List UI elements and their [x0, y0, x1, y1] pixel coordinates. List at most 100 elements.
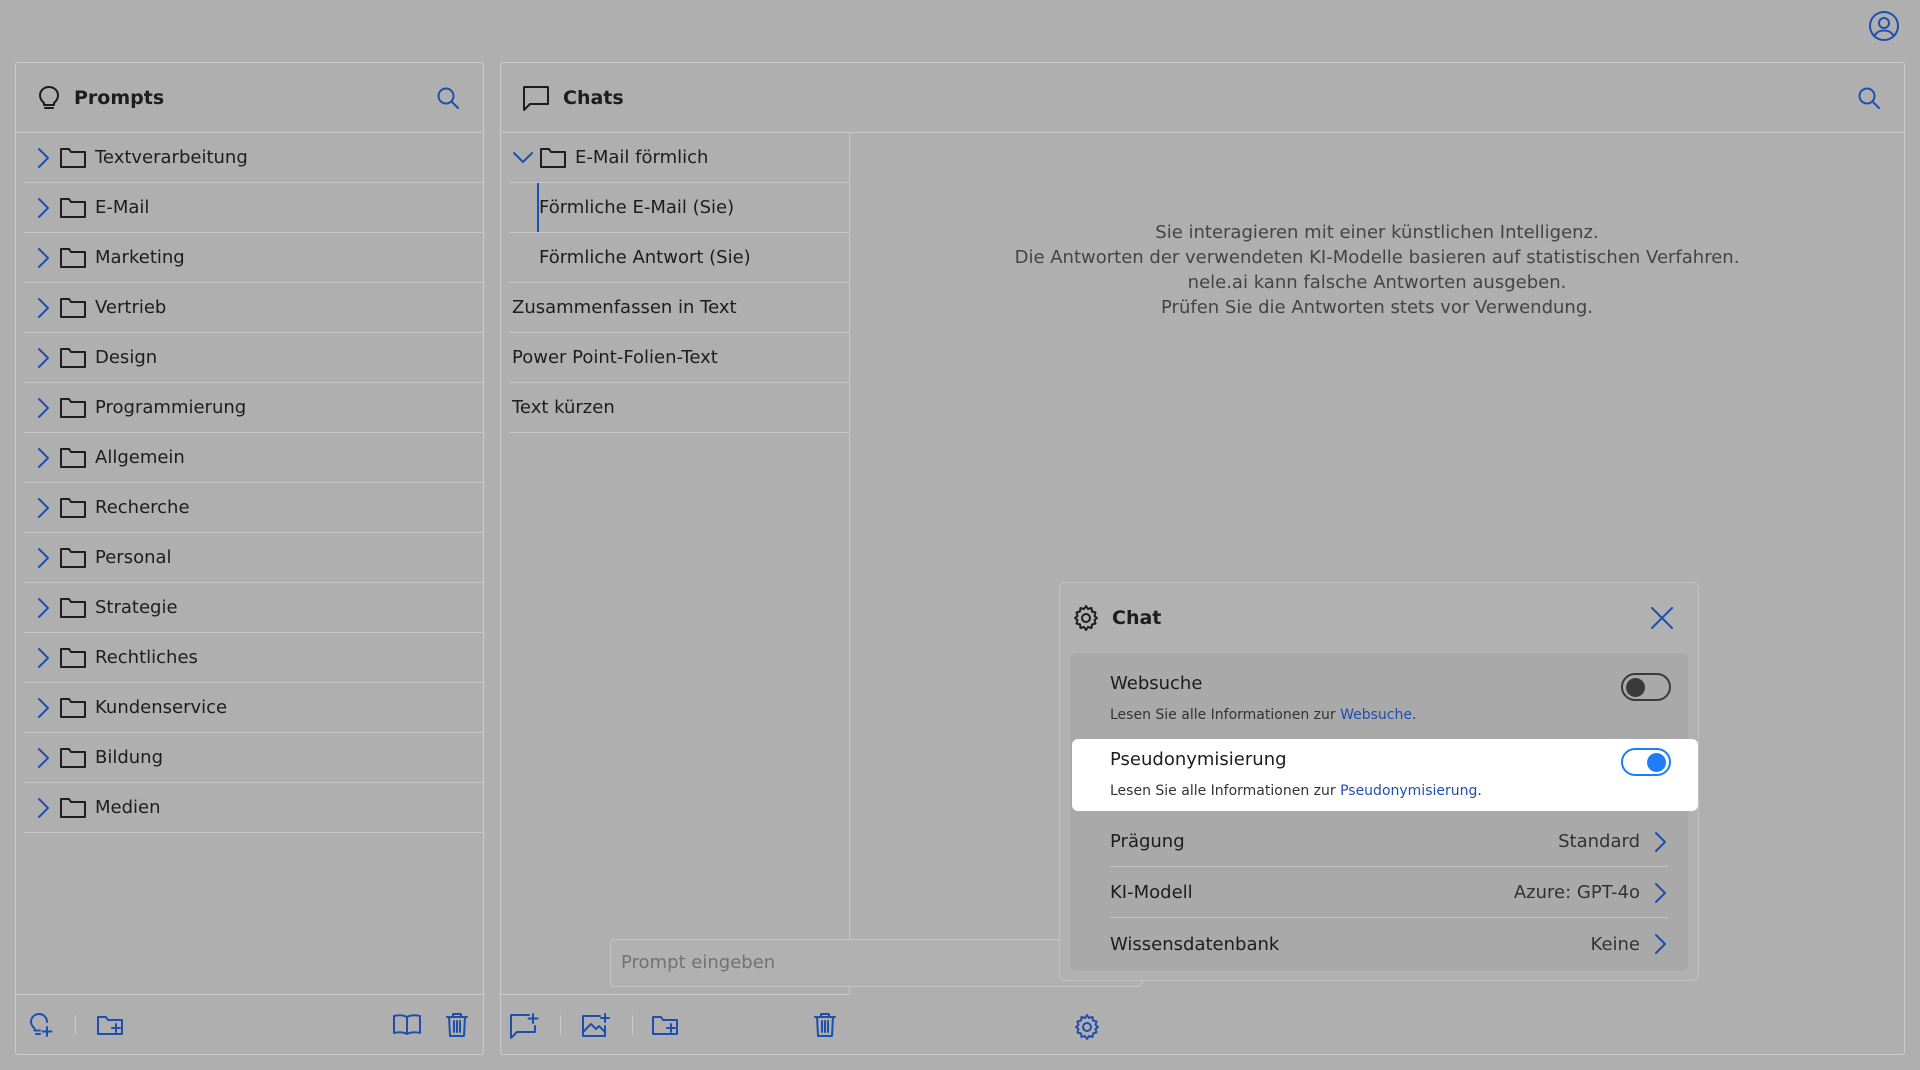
prompts-header: Prompts [16, 63, 483, 133]
ki-modell-row[interactable]: KI-Modell Azure: GPT-4o [1110, 868, 1668, 918]
chevron-right-icon [1652, 830, 1668, 854]
folder-icon [539, 146, 567, 170]
chats-footer [501, 994, 850, 1054]
chevron-right-icon[interactable] [31, 546, 55, 570]
pseudonymisierung-link[interactable]: Pseudonymisierung [1340, 783, 1477, 799]
prompt-folder-label: Bildung [95, 747, 164, 768]
ki-modell-value-group: Azure: GPT-4o [1514, 881, 1668, 905]
gear-icon [1072, 604, 1100, 632]
pseudonymisierung-option: Pseudonymisierung Lesen Sie alle Informa… [1072, 739, 1698, 811]
chat-item[interactable]: Text kürzen [509, 383, 849, 433]
prompt-folder-row[interactable]: Medien [24, 783, 483, 833]
wissensdatenbank-value: Keine [1590, 933, 1640, 955]
prompt-folder-label: Allgemein [95, 447, 185, 468]
prompt-folder-row[interactable]: Rechtliches [24, 633, 483, 683]
prompt-folder-row[interactable]: Allgemein [24, 433, 483, 483]
new-folder-icon[interactable] [96, 1012, 126, 1038]
chevron-right-icon[interactable] [31, 446, 55, 470]
chats-header: Chats [501, 63, 1904, 133]
close-icon[interactable] [1648, 604, 1676, 632]
chat-folder-email-formal[interactable]: E-Mail förmlich [509, 133, 849, 183]
prompt-folder-label: Marketing [95, 247, 185, 268]
folder-icon [59, 346, 87, 370]
folder-icon [59, 196, 87, 220]
footer-divider [75, 1015, 76, 1035]
praegung-label: Prägung [1110, 831, 1185, 852]
footer-divider [632, 1015, 633, 1035]
gear-icon[interactable] [1073, 1013, 1101, 1041]
prompt-input[interactable] [621, 952, 1021, 973]
new-folder-icon[interactable] [651, 1012, 681, 1038]
chat-item[interactable]: Zusammenfassen in Text [509, 283, 849, 333]
disclaimer-line: nele.ai kann falsche Antworten ausgeben. [1187, 272, 1567, 293]
chevron-right-icon[interactable] [31, 346, 55, 370]
chat-item[interactable]: Förmliche Antwort (Sie) [509, 233, 849, 283]
chevron-right-icon[interactable] [31, 496, 55, 520]
praegung-row[interactable]: Prägung Standard [1110, 817, 1668, 867]
prompt-folder-label: Rechtliches [95, 647, 198, 668]
prompt-folder-label: Medien [95, 797, 161, 818]
description-prefix: Lesen Sie alle Informationen zur [1110, 783, 1341, 799]
new-image-chat-icon[interactable] [580, 1012, 612, 1040]
folder-icon [59, 396, 87, 420]
chevron-right-icon[interactable] [31, 646, 55, 670]
prompt-folder-label: Programmierung [95, 397, 247, 418]
search-icon[interactable] [1856, 85, 1882, 111]
chevron-right-icon[interactable] [31, 696, 55, 720]
folder-icon [59, 496, 87, 520]
pseudonymisierung-description: Lesen Sie alle Informationen zur Pseudon… [1110, 783, 1482, 799]
chat-folder-label: E-Mail förmlich [575, 147, 709, 168]
prompts-panel: Prompts Textverarbeitung E-Mail Marketing V… [15, 62, 484, 1055]
description-prefix: Lesen Sie alle Informationen zur [1110, 707, 1341, 723]
websuche-toggle[interactable] [1621, 673, 1671, 701]
prompt-folder-list: Textverarbeitung E-Mail Marketing Vertrieb D… [16, 133, 483, 833]
popup-title: Chat [1112, 607, 1162, 629]
prompt-folder-row[interactable]: Programmierung [24, 383, 483, 433]
prompt-folder-row[interactable]: Vertrieb [24, 283, 483, 333]
prompt-folder-row[interactable]: E-Mail [24, 183, 483, 233]
prompt-folder-row[interactable]: Textverarbeitung [24, 133, 483, 183]
new-chat-icon[interactable] [509, 1012, 541, 1040]
chevron-right-icon[interactable] [31, 296, 55, 320]
folder-icon [59, 296, 87, 320]
chevron-down-icon[interactable] [511, 146, 535, 170]
prompt-folder-label: Textverarbeitung [95, 147, 248, 168]
websuche-option: Websuche Lesen Sie alle Informationen zu… [1070, 653, 1688, 735]
websuche-link[interactable]: Websuche [1340, 707, 1412, 723]
chevron-right-icon[interactable] [31, 196, 55, 220]
folder-icon [59, 696, 87, 720]
folder-icon [59, 596, 87, 620]
chat-item[interactable]: Power Point-Folien-Text [509, 333, 849, 383]
new-prompt-icon[interactable] [28, 1012, 54, 1038]
chat-item-label: Power Point-Folien-Text [512, 347, 718, 368]
folder-icon [59, 146, 87, 170]
lightbulb-icon [36, 84, 62, 112]
pseudonymisierung-toggle[interactable] [1621, 748, 1671, 776]
prompt-folder-row[interactable]: Marketing [24, 233, 483, 283]
prompt-folder-row[interactable]: Strategie [24, 583, 483, 633]
prompt-folder-row[interactable]: Kundenservice [24, 683, 483, 733]
chevron-right-icon[interactable] [31, 796, 55, 820]
praegung-value: Standard [1558, 831, 1640, 852]
trash-icon[interactable] [445, 1012, 469, 1038]
search-icon[interactable] [435, 85, 461, 111]
trash-icon[interactable] [813, 1012, 837, 1038]
user-profile-icon[interactable] [1868, 10, 1900, 42]
chevron-right-icon[interactable] [31, 146, 55, 170]
prompt-folder-row[interactable]: Recherche [24, 483, 483, 533]
chevron-right-icon[interactable] [31, 396, 55, 420]
chevron-right-icon[interactable] [31, 596, 55, 620]
prompt-folder-row[interactable]: Design [24, 333, 483, 383]
chevron-right-icon[interactable] [31, 746, 55, 770]
prompt-folder-label: E-Mail [95, 197, 150, 218]
websuche-label: Websuche [1110, 673, 1203, 694]
library-icon[interactable] [392, 1012, 422, 1038]
folder-icon [59, 546, 87, 570]
popup-header: Chat [1060, 583, 1698, 653]
chat-item[interactable]: Förmliche E-Mail (Sie) [509, 183, 849, 233]
wissensdatenbank-row[interactable]: Wissensdatenbank Keine [1110, 919, 1668, 969]
prompt-folder-row[interactable]: Personal [24, 533, 483, 583]
prompt-folder-row[interactable]: Bildung [24, 733, 483, 783]
chevron-right-icon[interactable] [31, 246, 55, 270]
wissensdatenbank-value-group: Keine [1591, 932, 1668, 956]
